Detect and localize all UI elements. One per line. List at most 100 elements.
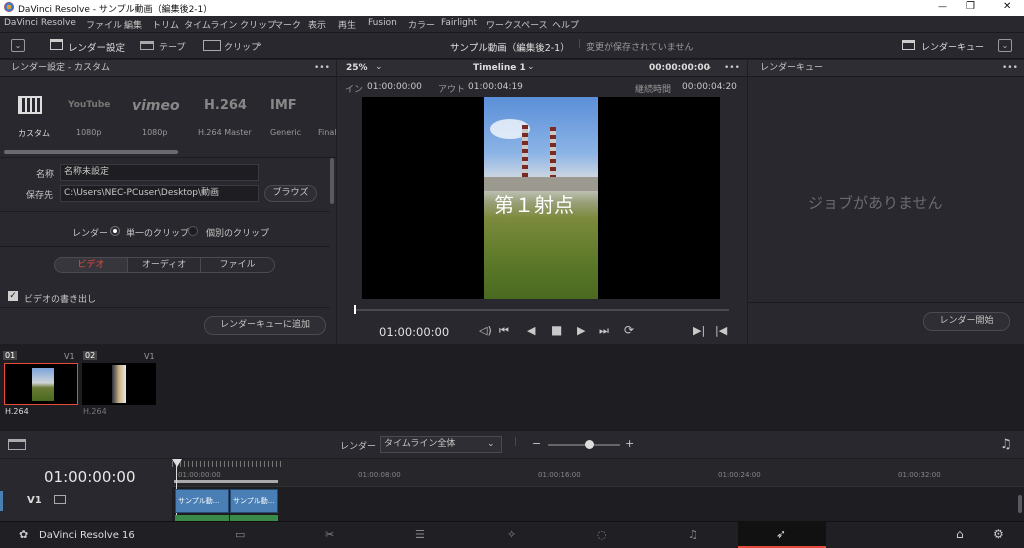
timeline-chevron-icon[interactable]: ⌄ — [527, 59, 535, 76]
individual-clips-radio[interactable] — [188, 226, 198, 236]
render-settings-button[interactable]: レンダー設定 — [68, 40, 125, 54]
preset-custom[interactable]: カスタム — [8, 90, 52, 140]
viewer-header: 25% ⌄ Timeline 1 ⌄ 00:00:00:00 ⌄ ••• — [337, 60, 747, 77]
menu-playback[interactable]: 再生 — [338, 18, 356, 31]
minimize-button[interactable]: — — [938, 2, 947, 12]
track-video-icon[interactable] — [54, 495, 66, 504]
scrubber-track[interactable] — [354, 309, 729, 311]
menu-clip[interactable]: クリップ — [240, 18, 276, 31]
volume-icon[interactable]: ◁) — [479, 324, 492, 337]
in-out-bar: イン 01:00:00:00 アウト 01:00:04:19 継続時間 00:0… — [337, 78, 747, 96]
menu-help[interactable]: ヘルプ — [552, 18, 579, 31]
stop-icon[interactable]: ■ — [551, 323, 562, 337]
video-viewer[interactable]: 第１射点 — [362, 97, 720, 299]
fusion-page-icon[interactable]: ✧ — [507, 528, 516, 541]
timeline-ruler[interactable]: 01:00:00:00 01:00:08:00 01:00:16:00 01:0… — [172, 459, 1024, 487]
loop-icon[interactable]: ⟳ — [624, 323, 634, 337]
menu-view[interactable]: 表示 — [308, 18, 326, 31]
fairlight-page-icon[interactable]: ♫ — [688, 528, 698, 541]
preset-scrollbar[interactable] — [4, 150, 178, 154]
start-render-button[interactable]: レンダー開始 — [923, 312, 1010, 331]
zoom-slider-handle[interactable] — [585, 440, 594, 449]
viewer-more-icon[interactable]: ••• — [724, 60, 740, 77]
app-logo-icon — [4, 2, 14, 12]
media-page-icon[interactable]: ▭ — [235, 528, 245, 541]
deliver-page-tab[interactable]: ➶ — [738, 522, 826, 548]
section-divider — [0, 246, 330, 247]
settings-gear-icon[interactable]: ⚙ — [993, 527, 1004, 541]
section-divider — [748, 302, 1024, 303]
name-field[interactable]: 名称未設定 — [60, 164, 259, 181]
render-range-select[interactable]: タイムライン全体 ⌄ — [380, 436, 502, 453]
add-to-render-queue-button[interactable]: レンダーキューに追加 — [204, 316, 326, 335]
timeline-name[interactable]: Timeline 1 — [473, 60, 526, 77]
ruler-ticks — [172, 461, 282, 467]
more-options-icon[interactable]: ••• — [314, 60, 330, 77]
single-clip-label: 単一のクリップ — [126, 229, 190, 239]
zoom-slider-track[interactable] — [548, 444, 620, 446]
timeline-scrollbar[interactable] — [1018, 495, 1022, 513]
preset-youtube[interactable]: YouTube 1080p — [62, 90, 122, 140]
timeline-view-icon[interactable] — [8, 439, 26, 450]
preset-final[interactable]: Final — [316, 90, 336, 140]
play-icon[interactable]: ▶ — [577, 324, 585, 337]
preset-imf[interactable]: IMF Generic — [264, 90, 308, 140]
clip-thumbnail-1[interactable]: 01 V1 H.264 — [2, 347, 80, 419]
menu-mark[interactable]: マーク — [274, 18, 301, 31]
render-settings-scrollbar[interactable] — [330, 158, 334, 204]
edit-page-icon[interactable]: ☰ — [415, 528, 425, 541]
menu-fusion[interactable]: Fusion — [368, 18, 397, 28]
app-name: DaVinci Resolve 16 — [39, 530, 135, 541]
next-edit-icon[interactable]: ▶| — [693, 324, 705, 337]
track-v1-header: V1 — [0, 489, 172, 513]
zoom-level[interactable]: 25% — [346, 60, 368, 77]
close-button[interactable]: ✕ — [1003, 1, 1011, 12]
preset-h264[interactable]: H.264 H.264 Master — [196, 90, 256, 140]
menu-edit[interactable]: 編集 — [124, 18, 142, 31]
export-video-checkbox[interactable]: ✓ — [8, 291, 18, 301]
clip-label: サンプル動... — [233, 497, 275, 505]
ruler-mark-3: 01:00:24:00 — [718, 471, 761, 479]
menu-workspace[interactable]: ワークスペース — [486, 18, 548, 31]
panel-toggle-icon[interactable]: ⌄ — [11, 39, 25, 52]
tape-button[interactable]: テープ — [159, 40, 185, 53]
zoom-out-icon[interactable]: − — [532, 437, 541, 450]
menu-fairlight[interactable]: Fairlight — [441, 18, 477, 28]
playhead[interactable] — [172, 459, 182, 467]
render-queue-button[interactable]: レンダーキュー — [921, 40, 984, 53]
audio-icon[interactable]: ♫ — [1000, 437, 1012, 452]
single-clip-radio[interactable] — [110, 226, 120, 236]
panel-collapse-icon[interactable]: ⌄ — [998, 39, 1012, 52]
queue-more-icon[interactable]: ••• — [1002, 60, 1018, 77]
timeline-clip-2[interactable]: サンプル動... — [230, 489, 278, 513]
clip-thumbnail-2[interactable]: 02 V1 H.264 — [82, 347, 160, 419]
maximize-button[interactable]: ❐ — [966, 1, 975, 12]
play-reverse-icon[interactable]: ◀ — [527, 324, 535, 337]
location-field[interactable]: C:\Users\NEC-PCuser\Desktop\動画 — [60, 185, 259, 202]
go-to-end-icon[interactable]: ⏭ — [599, 324, 609, 338]
tab-audio[interactable]: オーディオ — [127, 257, 201, 273]
preset-vimeo[interactable]: vimeo 1080p — [128, 90, 188, 140]
render-settings-title: レンダー設定 - カスタム — [11, 63, 110, 73]
home-icon[interactable]: ⌂ — [956, 527, 964, 541]
menu-davinci[interactable]: DaVinci Resolve — [4, 18, 76, 28]
cut-page-icon[interactable]: ✂ — [325, 528, 334, 541]
zoom-in-icon[interactable]: + — [625, 437, 634, 450]
menu-file[interactable]: ファイル — [86, 18, 122, 31]
go-to-start-icon[interactable]: ⏮ — [499, 324, 509, 338]
timeline-clip-1[interactable]: サンプル動... — [175, 489, 229, 513]
browse-button[interactable]: ブラウズ — [264, 185, 317, 202]
tab-video[interactable]: ビデオ — [54, 257, 128, 273]
zoom-chevron-icon[interactable]: ⌄ — [375, 59, 383, 76]
menu-timeline[interactable]: タイムライン — [184, 18, 237, 31]
menu-color[interactable]: カラー — [408, 18, 435, 31]
scrubber-handle[interactable] — [354, 305, 356, 314]
radio-dot — [113, 229, 117, 233]
color-page-icon[interactable]: ◌ — [597, 528, 607, 541]
timecode-chevron-icon[interactable]: ⌄ — [705, 59, 713, 76]
tab-file[interactable]: ファイル — [200, 257, 275, 273]
clips-chevron-icon[interactable]: ⌄ — [255, 38, 263, 49]
prev-edit-icon[interactable]: |◀ — [715, 324, 727, 337]
duration-value: 00:00:04:20 — [682, 82, 737, 92]
menu-trim[interactable]: トリム — [152, 18, 179, 31]
